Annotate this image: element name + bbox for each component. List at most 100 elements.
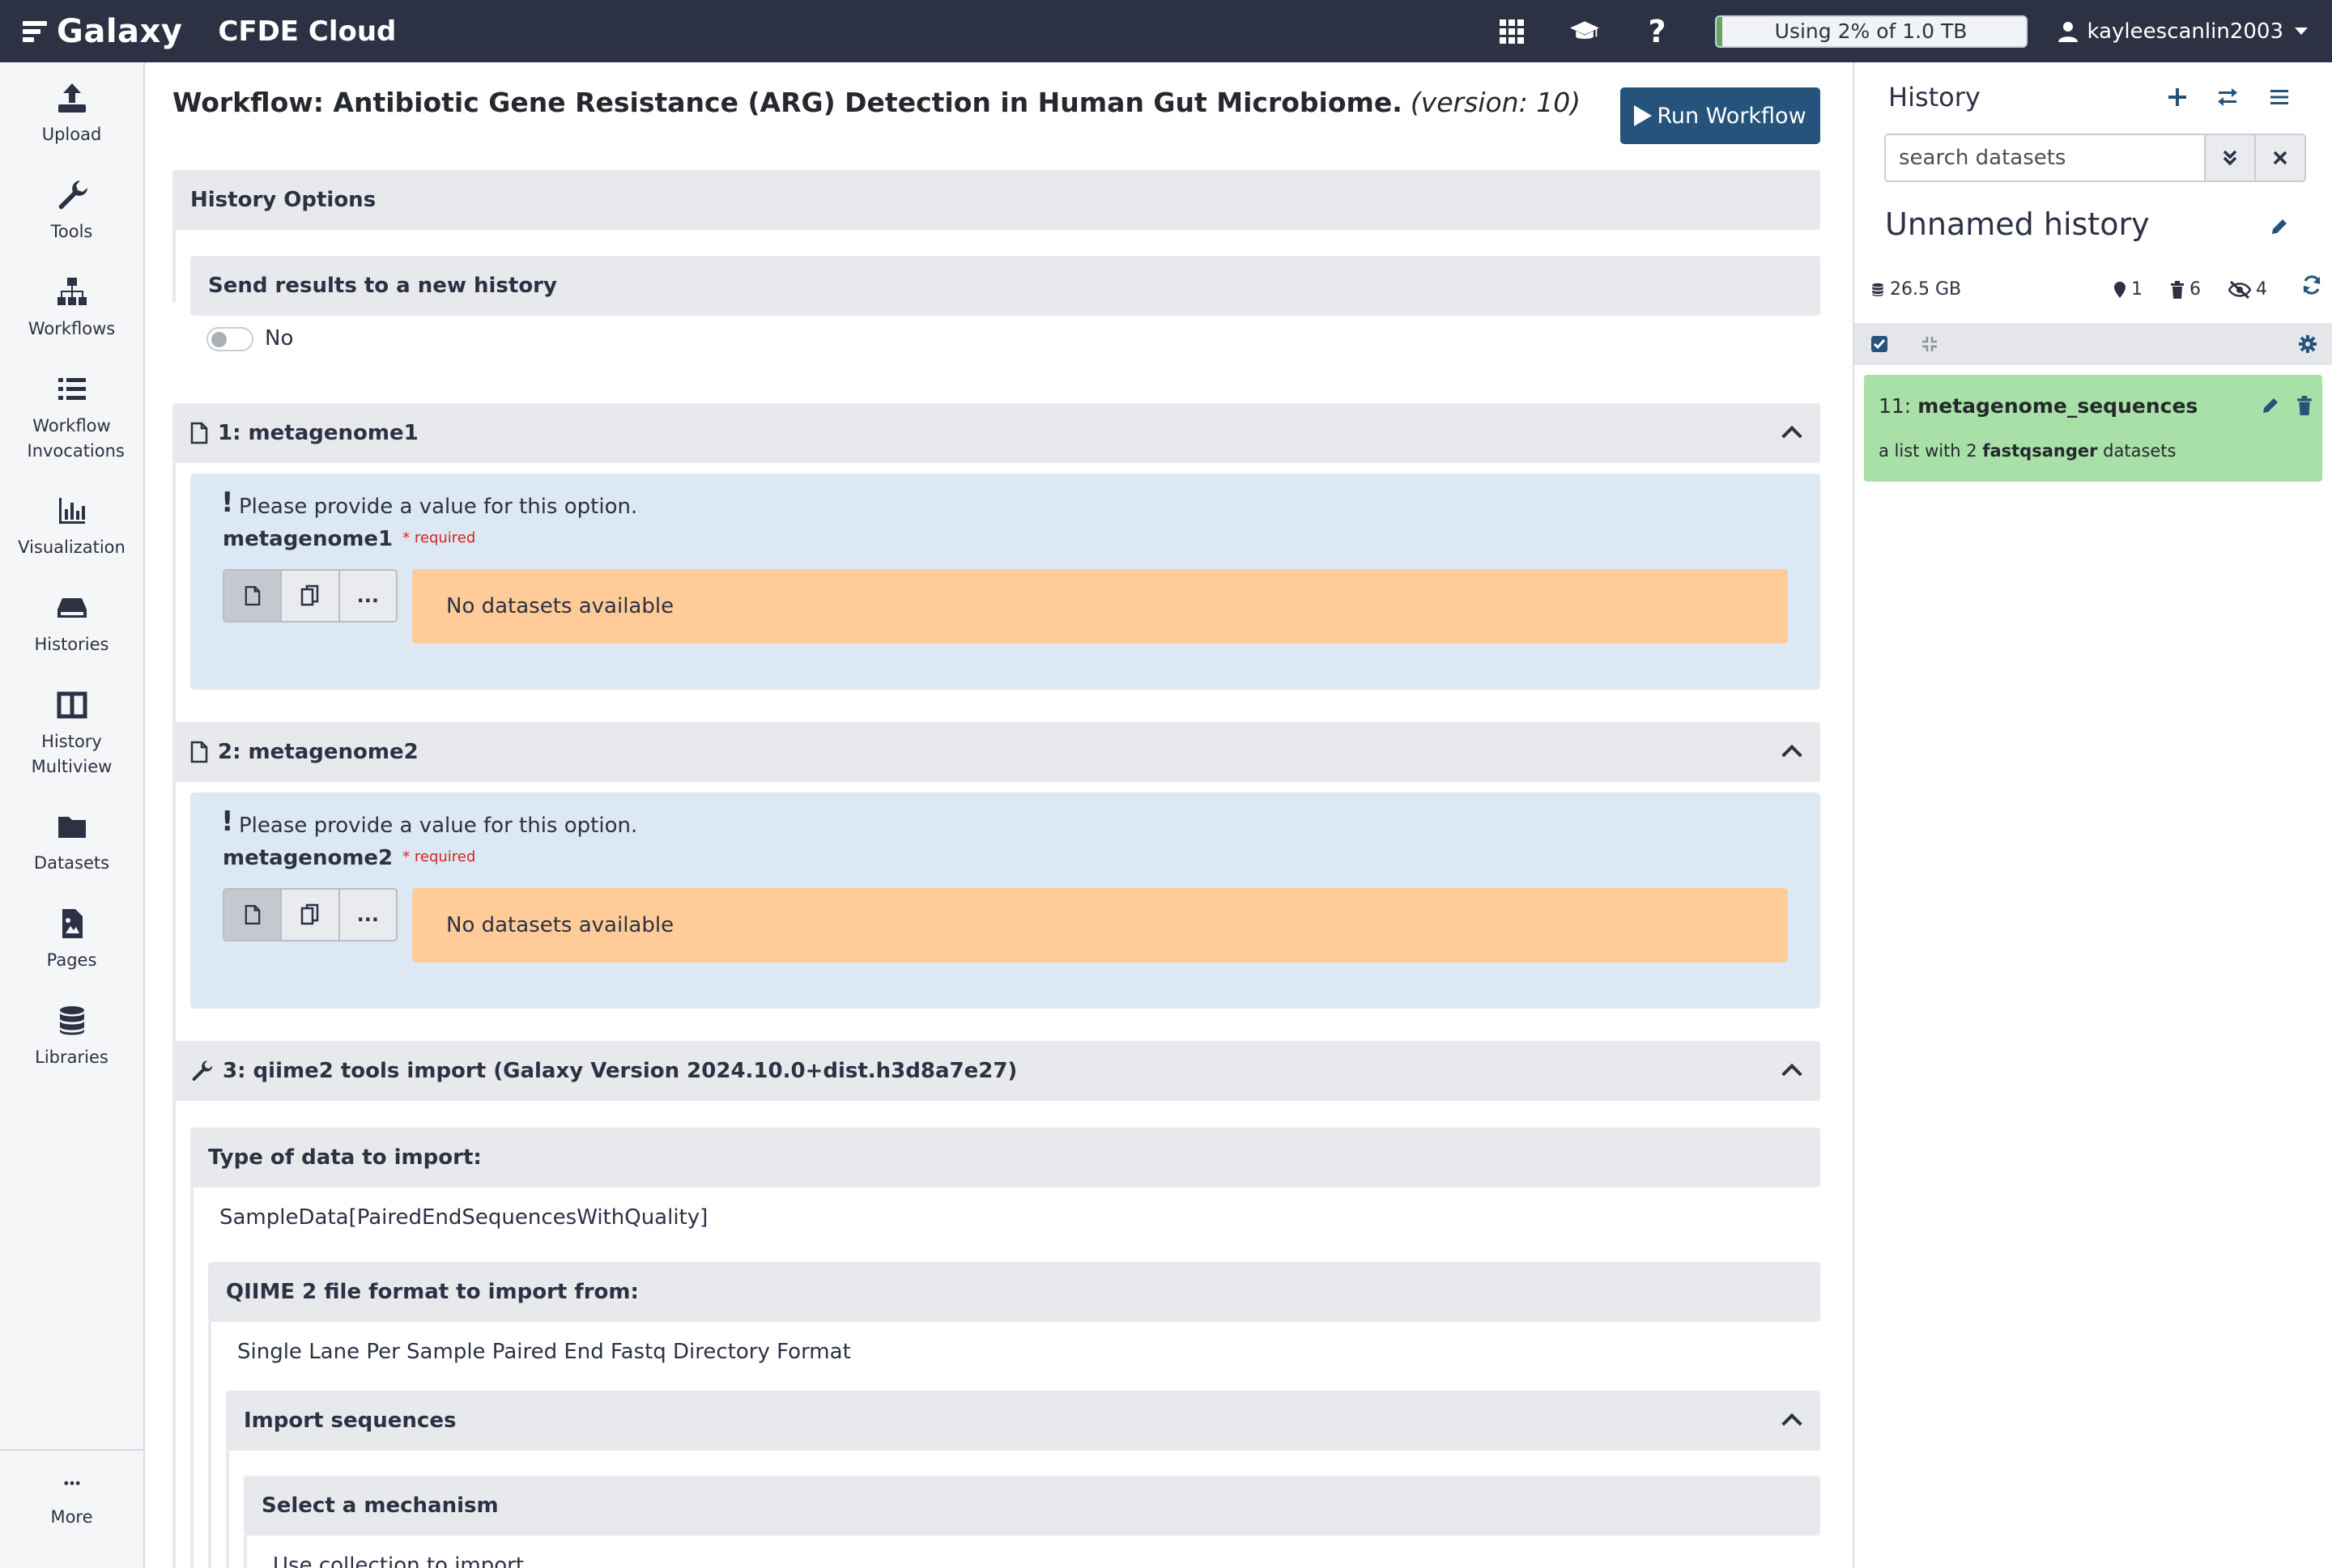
required-label: required xyxy=(414,529,476,546)
field-label: metagenome2 xyxy=(223,846,394,870)
file-format-value: Single Lane Per Sample Paired End Fastq … xyxy=(237,1340,851,1364)
mechanism-header: Select a mechanism xyxy=(244,1476,1820,1536)
deleted-count-text: 6 xyxy=(2189,279,2201,300)
chevron-up-icon[interactable] xyxy=(1781,1413,1802,1434)
activity-pages[interactable]: Pages xyxy=(0,907,143,973)
advanced-search-button[interactable] xyxy=(2204,134,2256,182)
username: kayleescanlin2003 xyxy=(2087,19,2283,44)
tool-step-header[interactable]: 3: qiime2 tools import (Galaxy Version 2… xyxy=(172,1041,1820,1101)
quota-meter[interactable]: Using 2% of 1.0 TB xyxy=(1714,15,2028,48)
import-sequences-label: Import sequences xyxy=(244,1409,457,1433)
search-datasets-input[interactable]: search datasets xyxy=(1884,134,2204,182)
activity-datasets[interactable]: Datasets xyxy=(0,810,143,876)
required-marker: * required xyxy=(402,529,476,546)
trash-icon xyxy=(2171,280,2184,299)
multiple-datasets-button[interactable] xyxy=(282,571,340,621)
send-new-history-toggle[interactable] xyxy=(206,327,253,351)
exclamation-icon: ! xyxy=(221,487,234,519)
history-item-hid: 11: xyxy=(1879,394,1912,418)
send-new-history-value: No xyxy=(265,326,294,351)
activity-label: Workflow Invocations xyxy=(27,416,125,461)
activity-visualization[interactable]: Visualization xyxy=(0,495,143,560)
plus-icon[interactable] xyxy=(2164,83,2191,111)
activity-libraries[interactable]: Libraries xyxy=(0,1005,143,1070)
single-dataset-button[interactable] xyxy=(224,890,283,940)
apps-grid-icon[interactable] xyxy=(1497,17,1526,46)
tool-step-rail xyxy=(172,1101,176,1568)
dataset-select[interactable]: No datasets available xyxy=(412,888,1788,962)
file-format-rail xyxy=(208,1322,211,1568)
multiple-datasets-button[interactable] xyxy=(282,890,340,940)
history-options-rail xyxy=(172,230,176,303)
activity-more[interactable]: More xyxy=(0,1477,143,1530)
activity-label: Upload xyxy=(41,125,102,144)
import-sequences-header[interactable]: Import sequences xyxy=(226,1391,1820,1451)
instance-name[interactable]: CFDE Cloud xyxy=(218,15,396,48)
dataset-mode-toggle: ... xyxy=(223,888,398,941)
activity-workflows[interactable]: Workflows xyxy=(0,276,143,342)
send-new-history-label: Send results to a new history xyxy=(208,274,557,298)
workflow-version: (version: 10) xyxy=(1410,87,1581,118)
activity-label: Histories xyxy=(34,635,109,654)
file-image-icon xyxy=(62,909,83,938)
delete-icon[interactable] xyxy=(2296,396,2313,415)
import-type-label: Type of data to import: xyxy=(208,1145,482,1170)
required-marker: * required xyxy=(402,848,476,865)
copy-icon xyxy=(300,584,319,606)
chevron-up-icon[interactable] xyxy=(1781,744,1802,766)
file-icon xyxy=(190,741,208,763)
gear-icon[interactable] xyxy=(2298,334,2317,354)
dataset-select[interactable]: No datasets available xyxy=(412,569,1788,644)
history-size[interactable]: 26.5 GB xyxy=(1870,279,1961,300)
history-options-header[interactable]: History Options xyxy=(172,170,1820,230)
file-icon xyxy=(190,422,208,444)
masthead: Galaxy CFDE Cloud ? Using 2% of 1.0 TB k… xyxy=(0,0,2332,62)
double-chevron-down-icon xyxy=(2223,150,2237,166)
help-icon[interactable]: ? xyxy=(1643,14,1672,49)
file-icon xyxy=(245,585,260,606)
hidden-count[interactable]: 4 xyxy=(2228,279,2267,300)
mechanism-value: Use collection to import xyxy=(273,1553,525,1568)
switch-history-icon[interactable] xyxy=(2214,83,2241,111)
single-dataset-button[interactable] xyxy=(224,571,283,621)
history-item-name: metagenome_sequences xyxy=(1917,394,2198,418)
collection-button[interactable]: ... xyxy=(340,571,396,621)
chevron-up-icon[interactable] xyxy=(1781,425,1802,447)
edit-history-icon[interactable] xyxy=(2266,213,2293,240)
graduation-cap-icon[interactable] xyxy=(1569,17,1599,46)
clear-search-button[interactable] xyxy=(2254,134,2306,182)
shown-count[interactable]: 1 xyxy=(2113,279,2143,300)
import-type-header: Type of data to import: xyxy=(190,1128,1820,1188)
wrench-icon xyxy=(58,181,87,210)
activity-upload[interactable]: Upload xyxy=(0,82,143,147)
history-options-title: History Options xyxy=(190,188,377,212)
folder-icon xyxy=(57,817,86,838)
collapse-all-icon[interactable] xyxy=(1921,335,1938,353)
history-name[interactable]: Unnamed history xyxy=(1885,206,2150,242)
input-step-header-1[interactable]: 1: metagenome1 xyxy=(172,403,1820,463)
file-format-header: QIIME 2 file format to import from: xyxy=(208,1262,1820,1322)
activity-history-multiview[interactable]: History Multiview xyxy=(0,689,143,780)
select-all-checkbox-icon[interactable] xyxy=(1870,335,1888,353)
activity-tools[interactable]: Tools xyxy=(0,179,143,244)
collection-button[interactable]: ... xyxy=(340,890,396,940)
ellipsis-icon: ... xyxy=(356,903,379,926)
activity-workflow-invocations[interactable]: Workflow Invocations xyxy=(0,373,143,464)
input-step-header-2[interactable]: 2: metagenome2 xyxy=(172,722,1820,782)
history-options-icon[interactable] xyxy=(2266,83,2293,111)
no-datasets-text: No datasets available xyxy=(446,594,674,618)
activity-label: More xyxy=(50,1507,93,1527)
user-menu[interactable]: kayleescanlin2003 xyxy=(2058,19,2308,44)
refresh-icon[interactable] xyxy=(2298,271,2326,299)
chevron-up-icon[interactable] xyxy=(1781,1063,1802,1085)
deleted-count[interactable]: 6 xyxy=(2170,279,2201,300)
edit-icon[interactable] xyxy=(2261,396,2280,415)
history-item[interactable]: 11: metagenome_sequences a list with 2 f… xyxy=(1864,375,2322,482)
field-name: metagenome1 * required xyxy=(223,527,475,551)
run-workflow-button[interactable]: Run Workflow xyxy=(1620,87,1820,144)
history-item-description: a list with 2 fastqsanger datasets xyxy=(1879,441,2176,461)
brand-link[interactable]: Galaxy xyxy=(23,13,182,50)
activity-histories[interactable]: Histories xyxy=(0,592,143,657)
input-step-rail xyxy=(172,463,176,767)
play-icon xyxy=(1634,105,1653,126)
